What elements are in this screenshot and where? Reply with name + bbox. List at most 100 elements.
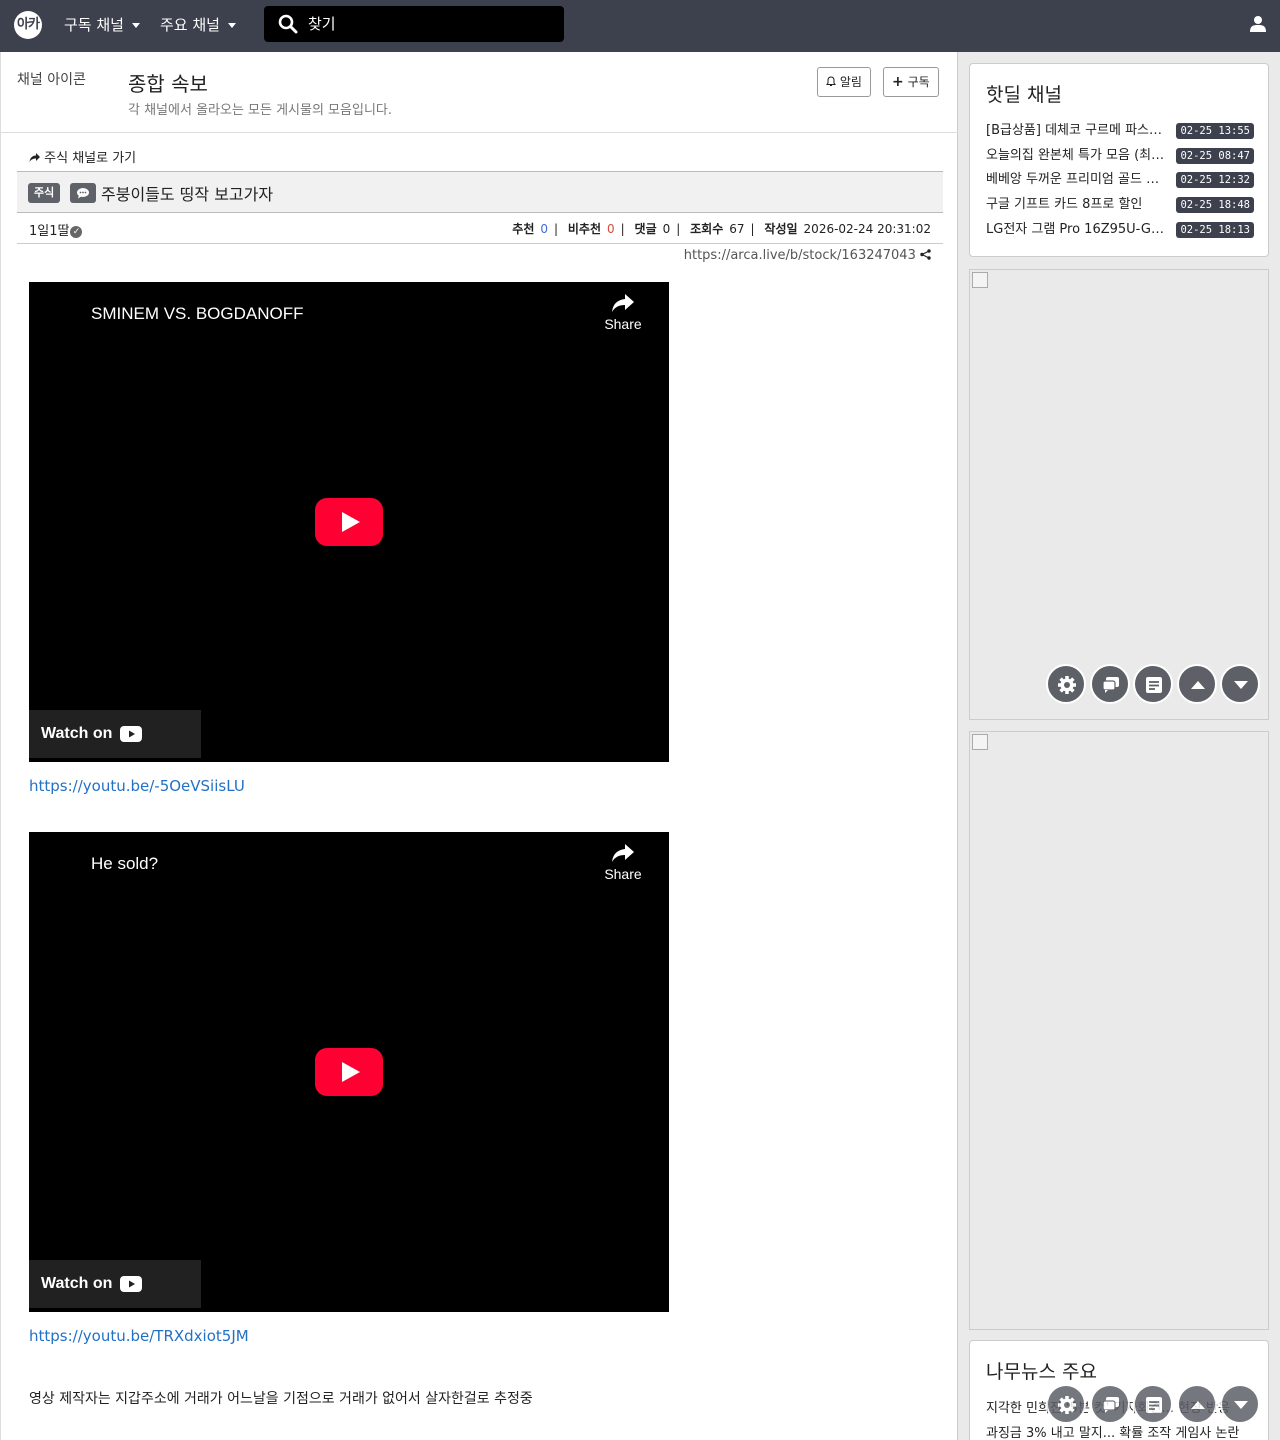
goto-channel-label: 주식 채널로 가기 (44, 151, 137, 166)
subscribe-button[interactable]: + 구독 (883, 67, 939, 97)
broken-image-icon (972, 734, 988, 750)
share-arrow-icon (29, 153, 40, 162)
post-url-text: https://arca.live/b/stock/163247043 (683, 248, 916, 263)
ad-banner[interactable] (969, 269, 1269, 720)
chevron-down-icon (131, 23, 140, 28)
ad-banner[interactable] (969, 731, 1269, 1330)
subscribed-channels-dropdown[interactable]: 구독 채널 (64, 14, 140, 36)
views-count: 67 (729, 222, 745, 236)
author-label: 1일1딸 (29, 224, 70, 239)
hotdeal-item-date: 02-25 08:47 (1176, 148, 1254, 164)
likes-count: 0 (540, 222, 549, 236)
post-title-bar: 주식 주붕이들도 띵작 보고가자 (17, 171, 943, 213)
play-button-icon[interactable] (315, 1048, 383, 1096)
comments-button[interactable] (1090, 1384, 1130, 1424)
video-share-button[interactable]: Share (603, 844, 643, 882)
search-input[interactable] (308, 12, 548, 36)
floating-action-bar (1046, 664, 1276, 704)
share-arrow-icon (612, 294, 634, 312)
caret-up-icon (1191, 1401, 1205, 1409)
post-list-button[interactable] (1133, 664, 1173, 704)
scroll-up-button[interactable] (1177, 1384, 1217, 1424)
search-box (264, 6, 564, 42)
post-list-button[interactable] (1133, 1384, 1173, 1424)
search-icon[interactable] (278, 14, 298, 34)
date-label: 작성일 (764, 222, 798, 236)
dislikes-label: 비추천 (567, 222, 602, 236)
play-button-icon[interactable] (315, 498, 383, 546)
list-item[interactable]: 베베앙 두꺼운 프리미엄 골드 물티슈 02-25 12:32 (986, 170, 1254, 190)
channel-title[interactable]: 종합 속보 (128, 68, 208, 97)
post-url[interactable]: https://arca.live/b/stock/163247043 (684, 248, 931, 263)
dislikes-count: 0 (607, 222, 615, 236)
namunews-title[interactable]: 나무뉴스 주요 (986, 1357, 1097, 1384)
alert-label: 알림 (839, 75, 862, 89)
video-share-label: Share (604, 316, 642, 332)
hotdeal-card: 핫딜 채널 [B급상품] 데체코 구르메 파스타면 02-25 13:55 오늘의… (969, 63, 1269, 257)
list-item[interactable]: 과징금 3% 내고 말지... 확률 조작 게임사 논란 (986, 1422, 1254, 1440)
broken-image-icon (972, 272, 988, 288)
hotdeal-item-date: 02-25 18:13 (1176, 222, 1254, 238)
plus-icon: + (892, 74, 904, 90)
watch-on-youtube-button[interactable]: Watch onYouTube (29, 710, 201, 790)
divider (1, 132, 958, 133)
verified-icon: ✓ (70, 225, 83, 238)
video-title[interactable]: He sold? (91, 854, 158, 874)
watch-on-label: Watch on (41, 725, 113, 742)
main-channels-label: 주요 채널 (160, 16, 220, 34)
channel-description: 각 채널에서 올라오는 모든 게시물의 모음입니다. (128, 103, 392, 118)
subscribe-label: 구독 (907, 75, 930, 89)
scroll-down-button[interactable] (1220, 664, 1260, 704)
watch-on-label: Watch on (41, 1275, 113, 1292)
comments-count: 0 (662, 222, 671, 236)
settings-button[interactable] (1046, 1384, 1086, 1424)
list-item[interactable]: 구글 기프트 카드 8프로 할인 02-25 18:48 (986, 195, 1254, 215)
comments-label: 댓글 (634, 222, 657, 236)
user-icon[interactable] (1249, 15, 1267, 33)
category-badge[interactable]: 주식 (28, 183, 61, 203)
subscribed-channels-label: 구독 채널 (64, 16, 124, 34)
video-title[interactable]: SMINEM VS. BOGDANOFF (91, 304, 304, 324)
top-navbar: 아카 구독 채널 주요 채널 (0, 0, 1280, 52)
caret-up-icon (1191, 681, 1205, 689)
youtube-embed[interactable]: SMINEM VS. BOGDANOFF Share Watch onYouTu… (29, 282, 669, 790)
scroll-down-button[interactable] (1220, 1384, 1260, 1424)
alert-button[interactable]: 알림 (817, 67, 871, 97)
list-item[interactable]: LG전자 그램 Pro 16Z95U-GS5WK 02-25 18:13 (986, 220, 1254, 240)
hotdeal-title[interactable]: 핫딜 채널 (986, 80, 1062, 107)
comments-button[interactable] (1090, 664, 1130, 704)
list-item[interactable]: 오늘의집 완본체 특가 모음 (최저가) 02-25 08:47 (986, 146, 1254, 166)
hotdeal-item-date: 02-25 12:32 (1176, 172, 1254, 188)
comments-icon (1102, 1397, 1119, 1413)
caret-down-icon (1234, 681, 1248, 689)
hotdeal-item-title: LG전자 그램 Pro 16Z95U-GS5WK (986, 222, 1170, 237)
watch-on-youtube-button[interactable]: Watch onYouTube (29, 1260, 201, 1340)
list-icon (1146, 677, 1162, 693)
video-link[interactable]: https://youtu.be/TRXdxiot5JM (29, 1327, 249, 1345)
list-item[interactable]: [B급상품] 데체코 구르메 파스타면 02-25 13:55 (986, 121, 1254, 141)
hotdeal-item-date: 02-25 13:55 (1176, 123, 1254, 139)
bell-icon (826, 76, 836, 86)
youtube-logo-icon (120, 1275, 143, 1292)
main-channels-dropdown[interactable]: 주요 채널 (160, 14, 236, 36)
scroll-up-button[interactable] (1177, 664, 1217, 704)
goto-channel-link[interactable]: 주식 채널로 가기 (29, 147, 136, 166)
caret-down-icon (1234, 1401, 1248, 1409)
settings-button[interactable] (1046, 664, 1086, 704)
floating-action-bar (1046, 1384, 1276, 1424)
post-meta-row: 1일1딸 ✓ 추천 0 | 비추천 0 | 댓글 0 | 조회수 67 | 작성일 2026-02-… (17, 213, 943, 244)
youtube-embed[interactable]: He sold? Share Watch onYouTube (29, 832, 669, 1340)
gear-icon (1058, 676, 1076, 694)
likes-label: 추천 (512, 222, 535, 236)
youtube-logo-icon (120, 725, 143, 742)
post-title: 주붕이들도 띵작 보고가자 (101, 185, 274, 204)
share-icon[interactable] (920, 249, 931, 260)
gear-icon (1058, 1396, 1076, 1414)
article-main: 채널 아이콘 종합 속보 각 채널에서 올라오는 모든 게시물의 모음입니다. … (0, 52, 958, 1440)
post-stats: 추천 0 | 비추천 0 | 댓글 0 | 조회수 67 | 작성일 2026-02-24 20:… (512, 222, 931, 236)
video-share-button[interactable]: Share (603, 294, 643, 332)
site-logo[interactable]: 아카 (14, 11, 42, 39)
views-label: 조회수 (690, 222, 724, 236)
author-name[interactable]: 1일1딸 ✓ (29, 220, 83, 239)
video-link[interactable]: https://youtu.be/-5OeVSiisLU (29, 777, 245, 795)
